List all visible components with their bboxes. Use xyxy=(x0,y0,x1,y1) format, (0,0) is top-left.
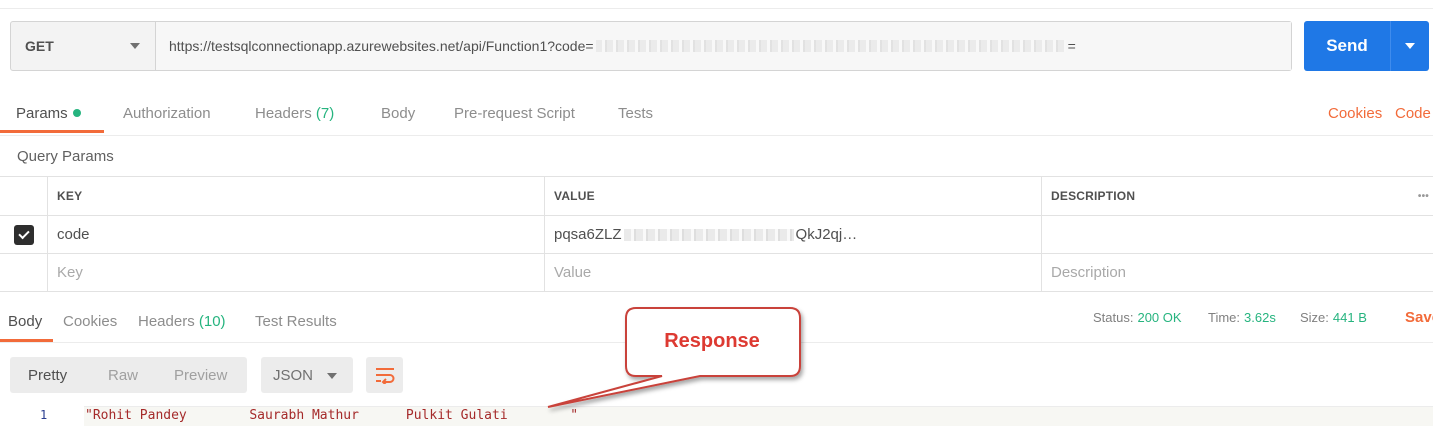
new-description-input[interactable]: Description xyxy=(1041,254,1433,291)
chevron-down-icon xyxy=(327,373,337,379)
request-tabs: Params Authorization Headers (7) Body Pr… xyxy=(0,92,1433,136)
tab-params-label: Params xyxy=(16,105,68,122)
active-tab-underline xyxy=(0,130,104,133)
request-bar: GET https://testsqlconnectionapp.azurewe… xyxy=(10,21,1292,71)
param-description-input[interactable] xyxy=(1041,216,1433,253)
more-options-icon[interactable]: ••• xyxy=(1418,191,1429,202)
url-text: https://testsqlconnectionapp.azurewebsit… xyxy=(169,38,594,54)
time-label: Time: xyxy=(1208,310,1241,325)
enabled-checkbox[interactable] xyxy=(13,224,34,245)
view-mode-group: Pretty Raw Preview xyxy=(10,357,247,393)
status-value: 200 OK xyxy=(1137,310,1182,325)
query-params-table: KEY VALUE DESCRIPTION ••• code pqsa6ZLZ … xyxy=(0,176,1433,292)
time-value: 3.62s xyxy=(1244,310,1276,325)
check-icon xyxy=(17,227,30,239)
save-response-button[interactable]: Save xyxy=(1405,309,1433,326)
redacted-token xyxy=(623,228,794,241)
param-value-input[interactable]: pqsa6ZLZ QkJ2qj… xyxy=(544,216,1041,253)
top-border xyxy=(0,0,1433,9)
tab-response-headers[interactable]: Headers (10) xyxy=(138,313,226,330)
url-text-end: = xyxy=(1067,38,1076,54)
tab-headers[interactable]: Headers (7) xyxy=(255,105,334,122)
tab-response-headers-count: (10) xyxy=(198,313,226,330)
size-readout[interactable]: Size: 441 B xyxy=(1300,310,1367,325)
row-checkbox-cell xyxy=(0,254,47,291)
tab-prerequest-script[interactable]: Pre-request Script xyxy=(454,105,575,122)
method-select[interactable]: GET xyxy=(11,22,156,70)
column-header-value: VALUE xyxy=(544,177,1041,215)
column-header-key: KEY xyxy=(47,177,544,215)
table-header-row: KEY VALUE DESCRIPTION ••• xyxy=(0,177,1433,216)
tab-response-cookies[interactable]: Cookies xyxy=(63,313,117,330)
chevron-down-icon xyxy=(130,43,140,49)
tab-response-headers-label: Headers xyxy=(138,313,195,330)
pretty-button[interactable]: Pretty xyxy=(28,367,67,384)
size-label: Size: xyxy=(1300,310,1329,325)
tab-response-body[interactable]: Body xyxy=(8,313,42,330)
new-key-input[interactable]: Key xyxy=(47,254,544,291)
preview-button[interactable]: Preview xyxy=(174,367,227,384)
column-header-description-label: DESCRIPTION xyxy=(1051,189,1136,203)
size-value: 441 B xyxy=(1332,310,1367,325)
chevron-down-icon xyxy=(1405,43,1415,49)
code-link[interactable]: Code xyxy=(1395,105,1431,122)
method-label: GET xyxy=(25,38,54,54)
tab-params[interactable]: Params xyxy=(16,105,81,122)
table-row: code pqsa6ZLZ QkJ2qj… xyxy=(0,216,1433,254)
tab-body[interactable]: Body xyxy=(381,105,415,122)
send-dropdown-button[interactable] xyxy=(1391,43,1429,49)
status-label: Status: xyxy=(1093,310,1134,325)
send-label: Send xyxy=(1326,36,1368,55)
format-label: JSON xyxy=(273,366,314,384)
row-checkbox-cell xyxy=(0,216,47,253)
tab-headers-label: Headers xyxy=(255,105,312,122)
line-number: 1 xyxy=(40,408,48,422)
active-response-tab-underline xyxy=(0,339,53,342)
tab-tests[interactable]: Tests xyxy=(618,105,653,122)
cookies-link[interactable]: Cookies xyxy=(1328,105,1382,122)
new-value-input[interactable]: Value xyxy=(544,254,1041,291)
active-dot-icon xyxy=(72,109,81,117)
tab-test-results[interactable]: Test Results xyxy=(255,313,337,330)
param-value-end: QkJ2qj… xyxy=(795,226,858,243)
time-readout[interactable]: Time: 3.62s xyxy=(1208,310,1276,325)
query-params-title: Query Params xyxy=(17,148,114,165)
header-checkbox-cell xyxy=(0,177,47,215)
send-button[interactable]: Send xyxy=(1304,21,1429,71)
format-select[interactable]: JSON xyxy=(261,357,353,393)
wrap-lines-icon xyxy=(375,368,394,384)
url-input[interactable]: https://testsqlconnectionapp.azurewebsit… xyxy=(156,22,1291,70)
tab-headers-count: (7) xyxy=(315,105,335,122)
table-row-new: Key Value Description xyxy=(0,254,1433,292)
param-value-start: pqsa6ZLZ xyxy=(554,226,622,243)
wrap-lines-button[interactable] xyxy=(366,357,403,393)
callout-label: Response xyxy=(664,330,760,352)
redacted-token xyxy=(595,40,1066,52)
status-readout: Status: 200 OK xyxy=(1093,310,1182,325)
column-header-description: DESCRIPTION ••• xyxy=(1041,177,1433,215)
tab-authorization[interactable]: Authorization xyxy=(123,105,211,122)
param-key-input[interactable]: code xyxy=(47,216,544,253)
response-body-text[interactable]: "Rohit Pandey Saurabh Mathur Pulkit Gula… xyxy=(85,408,578,423)
raw-button[interactable]: Raw xyxy=(108,367,138,384)
